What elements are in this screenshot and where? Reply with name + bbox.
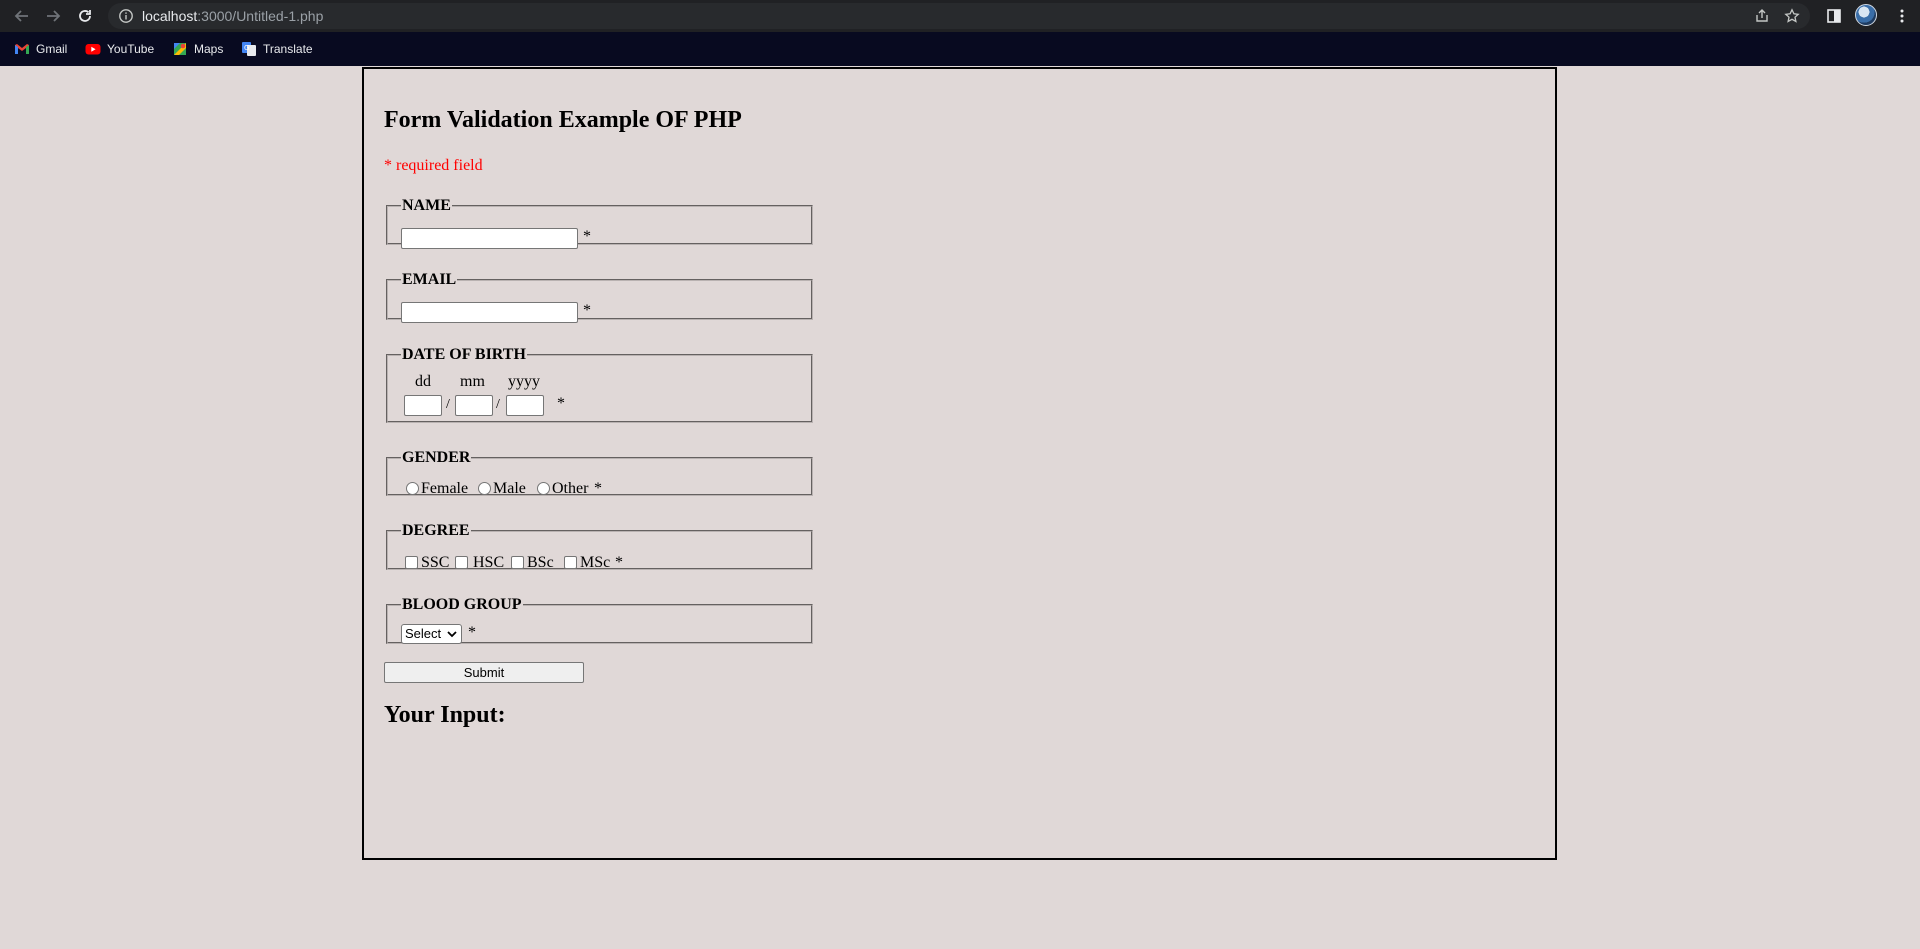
gender-fieldset: GENDER Female Male Other * xyxy=(386,449,813,497)
share-icon[interactable] xyxy=(1754,8,1770,24)
browser-toolbar: localhost:3000/Untitled-1.php xyxy=(0,0,1920,32)
required-star: * xyxy=(468,624,476,641)
maps-icon xyxy=(174,43,186,55)
date-separator: / xyxy=(496,397,500,412)
chevron-down-icon xyxy=(447,631,457,638)
url-host: localhost xyxy=(142,8,198,24)
degree-ssc-label: SSC xyxy=(421,554,450,571)
name-fieldset: NAME * xyxy=(386,197,813,249)
dob-month-input[interactable] xyxy=(455,395,493,416)
star-icon[interactable] xyxy=(1784,8,1800,24)
blood-group-legend: BLOOD GROUP xyxy=(402,596,522,613)
side-panel-button[interactable] xyxy=(1822,4,1846,28)
bookmark-maps[interactable]: Maps xyxy=(172,40,223,58)
gender-male-radio[interactable] xyxy=(478,482,491,495)
gender-other-radio[interactable] xyxy=(537,482,550,495)
degree-bsc-label: BSc xyxy=(527,554,554,571)
bookmark-gmail[interactable]: Gmail xyxy=(14,40,67,58)
page-title: Form Validation Example OF PHP xyxy=(384,107,742,133)
dob-fieldset: DATE OF BIRTH dd mm yyyy / / * xyxy=(386,347,813,423)
bookmark-youtube[interactable]: YouTube xyxy=(85,40,154,58)
arrow-right-icon xyxy=(47,10,61,22)
submit-button[interactable]: Submit xyxy=(384,662,584,683)
bookmark-label: YouTube xyxy=(107,42,155,56)
blood-group-select[interactable]: Select xyxy=(401,624,462,644)
gender-legend: GENDER xyxy=(402,449,471,466)
bookmark-label: Gmail xyxy=(36,42,68,56)
yyyy-label: yyyy xyxy=(508,373,540,390)
degree-ssc-checkbox[interactable] xyxy=(405,556,418,569)
degree-legend: DEGREE xyxy=(402,522,470,539)
degree-msc-label: MSc xyxy=(580,554,611,571)
side-panel-icon xyxy=(1827,9,1841,23)
menu-button[interactable] xyxy=(1890,4,1914,28)
url-path: :3000/Untitled-1.php xyxy=(197,8,324,24)
dd-label: dd xyxy=(415,373,431,390)
reload-icon xyxy=(79,10,91,22)
kebab-menu-icon xyxy=(1900,9,1904,23)
gender-female-label: Female xyxy=(421,480,469,497)
required-star: * xyxy=(557,395,565,412)
info-icon[interactable] xyxy=(118,8,134,24)
arrow-left-icon xyxy=(14,10,28,22)
gender-female-radio[interactable] xyxy=(406,482,419,495)
profile-avatar[interactable] xyxy=(1855,4,1877,26)
dob-year-input[interactable] xyxy=(506,395,544,416)
back-button[interactable] xyxy=(10,4,34,28)
url-text: localhost:3000/Untitled-1.php xyxy=(142,8,323,24)
email-fieldset: EMAIL * xyxy=(386,271,813,323)
degree-hsc-label: HSC xyxy=(473,554,505,571)
bookmark-translate[interactable]: G Translate xyxy=(241,40,313,58)
form-container: Form Validation Example OF PHP * require… xyxy=(362,67,1557,860)
degree-msc-checkbox[interactable] xyxy=(564,556,577,569)
bookmarks-bar: Gmail YouTube Maps G Translate xyxy=(0,32,1920,66)
dob-legend: DATE OF BIRTH xyxy=(402,346,526,363)
required-star: * xyxy=(615,554,623,571)
bookmark-label: Translate xyxy=(263,42,313,56)
required-star: * xyxy=(583,228,591,245)
translate-icon: G xyxy=(242,42,256,56)
required-field-note: * required field xyxy=(384,157,483,174)
required-star: * xyxy=(594,480,602,497)
name-input[interactable] xyxy=(401,228,578,249)
your-input-heading: Your Input: xyxy=(384,702,506,728)
svg-text:G: G xyxy=(244,44,249,52)
degree-bsc-checkbox[interactable] xyxy=(511,556,524,569)
gender-other-label: Other xyxy=(552,480,589,497)
name-legend: NAME xyxy=(402,197,451,214)
required-star: * xyxy=(583,302,591,319)
dob-day-input[interactable] xyxy=(404,395,442,416)
mm-label: mm xyxy=(460,373,485,390)
reload-button[interactable] xyxy=(73,4,97,28)
bookmark-label: Maps xyxy=(194,42,224,56)
blood-group-selected: Select xyxy=(405,626,442,641)
youtube-icon xyxy=(85,44,101,55)
blood-group-fieldset: BLOOD GROUP Select * xyxy=(386,597,813,644)
gender-male-label: Male xyxy=(493,480,526,497)
email-legend: EMAIL xyxy=(402,271,457,288)
email-input[interactable] xyxy=(401,302,578,323)
date-separator: / xyxy=(446,397,450,412)
degree-fieldset: DEGREE SSC HSC BSc MSc * xyxy=(386,522,813,571)
degree-hsc-checkbox[interactable] xyxy=(455,556,468,569)
address-bar[interactable]: localhost:3000/Untitled-1.php xyxy=(108,3,1810,29)
gmail-icon xyxy=(15,44,29,54)
forward-button[interactable] xyxy=(41,4,65,28)
